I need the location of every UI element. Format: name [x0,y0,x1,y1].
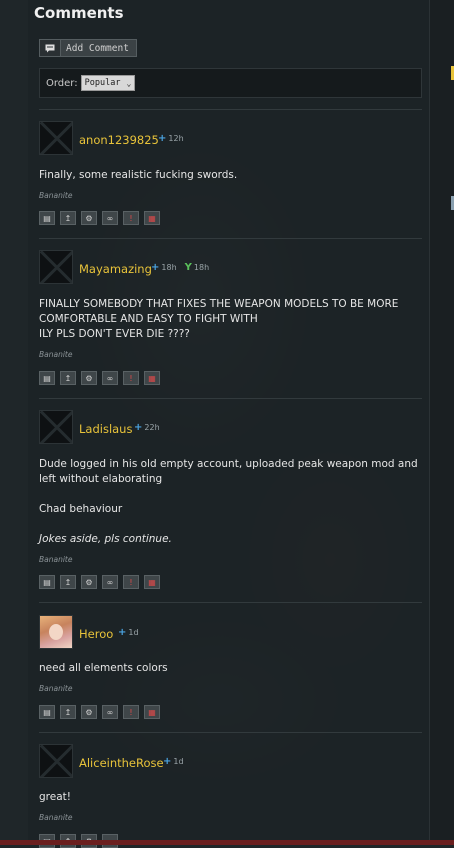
upload-icon[interactable]: ↥ [60,371,76,385]
avatar[interactable] [39,410,73,444]
comment-text: FINALLY SOMEBODY THAT FIXES THE WEAPON M… [39,298,399,325]
comment-text: great! [39,791,71,803]
plus-icon: + [151,262,160,273]
report-icon[interactable]: ! [123,575,139,589]
comment-text [39,487,419,502]
comment-actions: ▤ ↥ ⚙ ∞ ! ▦ [39,211,160,225]
order-bar: Order: Popular ⌄ [39,68,422,98]
link-icon[interactable]: ∞ [102,211,118,225]
comment-text: Dude logged in his old empty account, up… [39,458,418,485]
comment-meta: +12h [158,133,184,144]
divider [39,109,422,110]
avatar[interactable] [39,121,73,155]
comment-body: Dude logged in his old empty account, up… [39,457,419,547]
comment-meta: +22h [134,422,160,433]
avatar[interactable] [39,250,73,284]
plus-icon: + [163,756,172,767]
divider [39,238,422,239]
comment-time: 12h [168,134,184,143]
comment-text: need all elements colors [39,662,168,674]
comment-signature: Bananite [39,684,73,693]
moderate-icon[interactable]: ⚙ [81,371,97,385]
plus-icon: + [134,422,143,433]
fork-icon: Y [184,262,192,273]
comment-time: 1d [173,757,184,766]
comment-username[interactable]: Mayamazing [79,262,152,276]
right-sidebar [429,0,454,845]
avatar[interactable] [39,615,73,649]
comment-body: Finally, some realistic fucking swords. [39,168,419,183]
report-icon[interactable]: ! [123,705,139,719]
link-icon[interactable]: ∞ [102,575,118,589]
delete-icon[interactable]: ▦ [144,705,160,719]
order-select[interactable]: Popular ⌄ [80,75,136,91]
link-icon[interactable]: ∞ [102,371,118,385]
comment-text [39,517,419,532]
plus-icon: + [158,133,167,144]
reply-icon[interactable]: ▤ [39,575,55,589]
comment-signature: Bananite [39,191,73,200]
delete-icon[interactable]: ▦ [144,211,160,225]
comment-signature: Bananite [39,813,73,822]
comment-username[interactable]: Heroo [79,627,113,641]
page-title: Comments [34,4,124,22]
delete-icon[interactable]: ▦ [144,371,160,385]
link-icon[interactable]: ∞ [102,705,118,719]
avatar[interactable] [39,744,73,778]
moderate-icon[interactable]: ⚙ [81,211,97,225]
moderate-icon[interactable]: ⚙ [81,705,97,719]
add-comment-label: Add Comment [66,42,129,54]
reply-icon[interactable]: ▤ [39,371,55,385]
chevron-down-icon: ⌄ [126,78,132,88]
comment-actions: ▤ ↥ ⚙ ∞ ! ▦ [39,371,160,385]
comment-actions: ▤ ↥ ⚙ ∞ ! ▦ [39,575,160,589]
order-selected-value: Popular [84,78,121,88]
comment-actions: ▤ ↥ ⚙ ∞ ! ▦ [39,705,160,719]
comment-username[interactable]: Ladislaus [79,422,132,436]
report-icon[interactable]: ! [123,211,139,225]
upload-icon[interactable]: ↥ [60,705,76,719]
divider [39,602,422,603]
comment-body: FINALLY SOMEBODY THAT FIXES THE WEAPON M… [39,297,419,342]
comment-text: ILY PLS DON'T EVER DIE ???? [39,328,190,340]
comment-time: 18h [161,263,177,272]
comment-username[interactable]: AliceintheRose [79,756,164,770]
upload-icon[interactable]: ↥ [60,575,76,589]
comment-username[interactable]: anon1239825 [79,133,159,147]
comment-time: 1d [128,628,139,637]
comment-body: great! [39,790,419,805]
reply-icon[interactable]: ▤ [39,211,55,225]
comment-meta: +1d [163,756,184,767]
comment-add-icon [40,40,61,56]
comment-meta: +18h Y 18h [151,262,209,273]
moderate-icon[interactable]: ⚙ [81,575,97,589]
reply-icon[interactable]: ▤ [39,705,55,719]
plus-icon: + [118,627,127,638]
comment-time-secondary: 18h [193,263,210,272]
comment-text: Chad behaviour [39,503,123,515]
bottom-bar [0,840,454,845]
upload-icon[interactable]: ↥ [60,211,76,225]
comment-body: need all elements colors [39,661,419,676]
comment-signature: Bananite [39,350,73,359]
divider [39,398,422,399]
order-label: Order: [46,77,78,89]
add-comment-button[interactable]: Add Comment [39,39,137,57]
comment-meta: +1d [118,627,139,638]
comment-text: Finally, some realistic fucking swords. [39,169,238,181]
delete-icon[interactable]: ▦ [144,575,160,589]
divider [39,732,422,733]
comment-time: 22h [144,423,160,432]
comment-signature: Bananite [39,555,73,564]
report-icon[interactable]: ! [123,371,139,385]
comment-text: Jokes aside, pls continue. [39,533,172,545]
